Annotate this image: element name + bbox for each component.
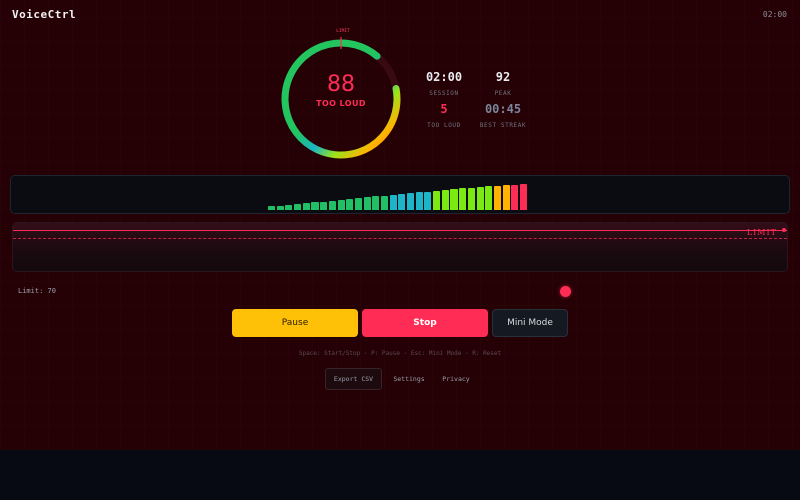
spectrum-bar — [302, 203, 310, 210]
spectrum-bar — [320, 202, 328, 210]
spectrum-bar — [337, 200, 345, 210]
spectrum-bar — [459, 188, 467, 210]
stat-peak-value: 92 — [495, 70, 511, 84]
stat-best-streak-value: 00:45 — [484, 102, 522, 116]
spectrum-bar — [346, 199, 354, 210]
keyboard-shortcuts: Space: Start/Stop · P: Pause · Esc: Mini… — [298, 350, 502, 357]
limit-slider-handle[interactable] — [560, 286, 571, 297]
stop-button[interactable]: Stop — [362, 309, 488, 337]
spectrum-bar — [276, 206, 284, 210]
gauge-status: TOO LOUD — [316, 99, 366, 108]
spectrum-bar — [268, 206, 276, 210]
spectrum-bar — [519, 184, 528, 210]
spectrum-bar — [372, 196, 380, 210]
spectrum-bar — [467, 188, 475, 210]
limit-label: Limit: 70 — [18, 287, 56, 295]
stat-best-streak: 00:45 BEST STREAK — [467, 102, 539, 129]
session-clock: 02:00 — [762, 10, 787, 19]
volume-gauge: 88 TOO LOUD — [278, 36, 408, 166]
export-csv-button[interactable]: Export CSV — [325, 368, 382, 390]
history-current-dot — [782, 228, 786, 232]
stat-peak: 92 PEAK — [467, 70, 539, 97]
spectrum-bar — [363, 197, 371, 210]
spectrum-bar — [328, 201, 336, 210]
spectrum-bar — [415, 192, 423, 210]
spectrum-bar — [476, 187, 484, 210]
app-window: VoiceCtrl 02:00 LIMIT 88 TOO LOUD 02:00 — [0, 0, 800, 450]
spectrum-bar — [398, 194, 406, 210]
app-title: VoiceCtrl — [12, 8, 77, 21]
spectrum-bar — [407, 193, 415, 210]
spectrum-bar — [354, 198, 362, 210]
spectrum-bar — [285, 205, 293, 210]
spectrum-bar — [294, 204, 302, 210]
spectrum-bar — [450, 189, 458, 210]
mini-mode-button[interactable]: Mini Mode — [492, 309, 568, 337]
bottom-strip — [0, 450, 800, 500]
spectrum-bar — [441, 190, 449, 210]
stat-best-streak-label: BEST STREAK — [479, 122, 527, 129]
history-limit-line — [13, 230, 787, 231]
spectrum-bar — [389, 195, 397, 210]
privacy-link[interactable]: Privacy — [436, 368, 476, 390]
spectrum-bars — [268, 184, 528, 210]
spectrum-bar — [433, 191, 441, 210]
settings-link[interactable]: Settings — [388, 368, 430, 390]
stat-peak-label: PEAK — [494, 90, 512, 97]
spectrum-bar — [511, 185, 519, 210]
spectrum-bar — [424, 192, 432, 210]
spectrum-bar — [502, 185, 510, 210]
gauge-limit-label: LIMIT — [336, 29, 350, 34]
gauge-value: 88 — [327, 72, 355, 97]
spectrum-bar — [485, 186, 493, 210]
spectrum-bar — [380, 196, 389, 210]
history-threshold-line — [13, 238, 787, 239]
spectrum-bar — [493, 186, 501, 210]
volume-history: LIMIT — [12, 222, 788, 272]
history-limit-label: LIMIT — [746, 228, 777, 237]
spectrum-bar — [311, 202, 319, 210]
pause-button[interactable]: Pause — [232, 309, 358, 337]
